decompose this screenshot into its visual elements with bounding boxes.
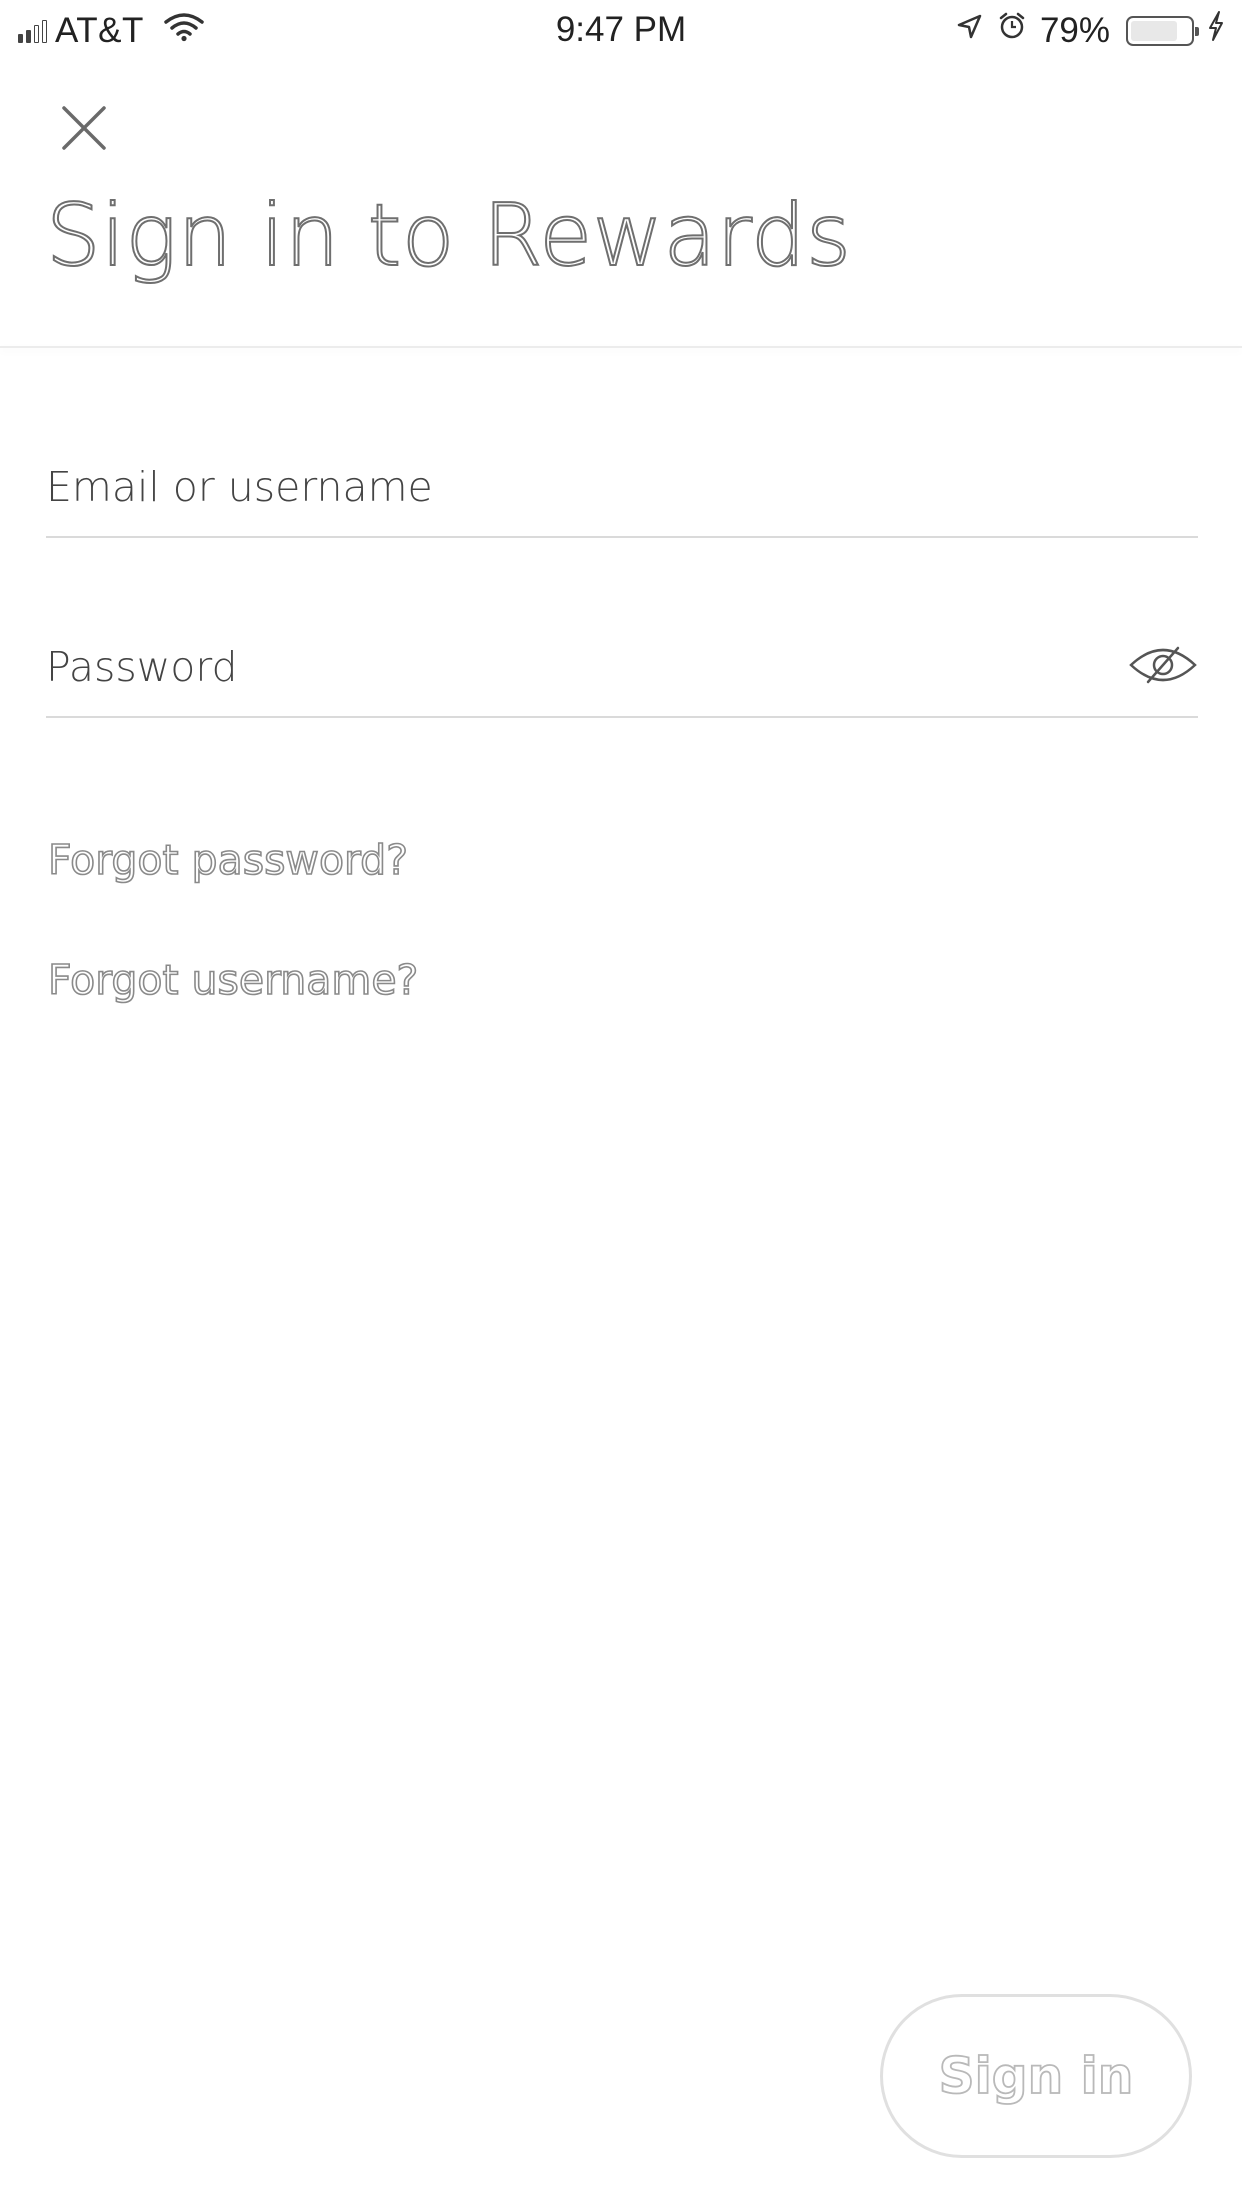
battery-fill (1131, 20, 1177, 41)
battery-percent: 79% (1039, 10, 1110, 50)
page-title: Sign in to Rewards (45, 185, 852, 287)
alarm-icon (996, 10, 1028, 51)
close-button[interactable] (52, 96, 116, 160)
eye-slash-icon (1129, 646, 1197, 684)
status-bar: AT&T 9:47 PM 79% (0, 0, 1242, 60)
show-password-toggle[interactable] (1128, 640, 1198, 690)
email-field (46, 438, 1198, 538)
email-input[interactable] (46, 438, 1086, 536)
forgot-username-link[interactable]: Forgot username? (47, 955, 419, 1005)
charging-bolt-icon (1206, 10, 1226, 51)
battery-icon (1126, 15, 1199, 46)
location-arrow-icon (954, 11, 984, 51)
password-field (46, 618, 1198, 718)
sign-in-button[interactable]: Sign in (880, 1994, 1192, 2158)
close-icon (62, 106, 106, 150)
status-right: 79% (954, 10, 1226, 51)
header-divider (0, 346, 1242, 348)
forgot-password-link[interactable]: Forgot password? (47, 835, 409, 885)
password-input[interactable] (46, 618, 1086, 716)
